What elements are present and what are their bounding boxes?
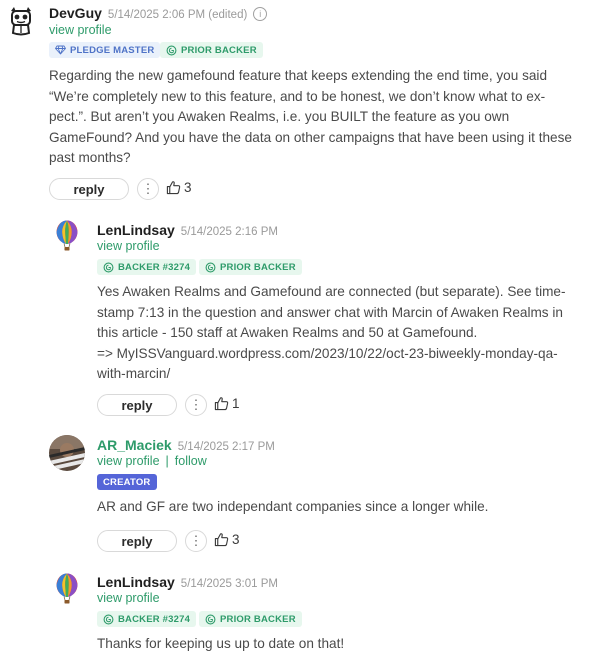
author-name[interactable]: DevGuy [49, 5, 102, 21]
gamefound-g-icon [205, 614, 216, 625]
gamefound-g-icon [103, 262, 114, 273]
comment-text-line: stamp 7:13 in the question and answer ch… [97, 304, 563, 320]
comment-text-line: this article - 150 staff at Awaken Realm… [97, 325, 478, 340]
like-button[interactable]: 3 [166, 180, 192, 195]
comment-text-line: “We’re completely new to this feature, a… [49, 88, 546, 104]
view-profile-link[interactable]: view profile [97, 239, 160, 253]
hot-air-balloon-avatar[interactable] [49, 571, 85, 607]
like-count: 3 [232, 532, 240, 547]
badge-label: PRIOR BACKER [220, 261, 296, 273]
badge-backer-number: BACKER #3274 [97, 611, 197, 627]
badge-label: PRIOR BACKER [220, 613, 296, 625]
comment-body: Yes Awaken Realms and Gamefound are conn… [97, 282, 593, 385]
reply-button[interactable]: reply [97, 394, 177, 416]
badge-backer-number: BACKER #3274 [97, 259, 197, 275]
comment-lenlindsay-2: LenLindsay 5/14/2025 3:01 PM view profile… [0, 560, 593, 655]
more-dots-icon[interactable]: ⋮ [137, 178, 159, 200]
thumbs-up-icon [166, 180, 181, 195]
article-link[interactable]: => MyISSVanguard.wordpress.com/2023/10/2… [97, 344, 593, 365]
badge-label: BACKER #3274 [118, 261, 191, 273]
view-profile-link[interactable]: view profile [49, 23, 112, 37]
separator: | [165, 454, 169, 468]
comment-text-line: past months? [49, 150, 131, 165]
thumbs-up-icon [214, 532, 229, 547]
badge-prior-backer: PRIOR BACKER [199, 611, 302, 627]
badge-prior-backer: PRIOR BACKER [199, 259, 302, 275]
comment-date: 5/14/2025 2:06 PM (edited) [107, 9, 248, 21]
badge-label: PLEDGE MASTER [70, 44, 155, 56]
view-profile-link[interactable]: view profile [97, 454, 160, 468]
article-link[interactable]: with-marcin/ [97, 364, 593, 385]
comment-text-line: Yes Awaken Realms and Gamefound are conn… [97, 284, 566, 299]
gamefound-g-icon [166, 45, 177, 56]
author-name[interactable]: LenLindsay [97, 222, 175, 238]
comment-lenlindsay-1: LenLindsay 5/14/2025 2:16 PM view profile… [0, 210, 593, 425]
like-button[interactable]: 1 [214, 396, 240, 411]
like-count: 1 [232, 396, 240, 411]
comment-text-line: AR and GF are two independant companies … [97, 499, 489, 514]
comment-body: AR and GF are two independant companies … [97, 497, 593, 518]
follow-link[interactable]: follow [175, 454, 207, 468]
comment-date: 5/14/2025 3:01 PM [180, 578, 278, 590]
view-profile-link[interactable]: view profile [97, 591, 160, 605]
comment-date: 5/14/2025 2:17 PM [177, 441, 275, 453]
comment-body: Thanks for keeping us up to date on that… [97, 634, 593, 655]
comment-text-line: GameFound? And you have the data on othe… [49, 129, 572, 145]
robot-mascot-avatar[interactable] [4, 4, 38, 38]
like-button[interactable]: 3 [214, 532, 240, 547]
author-name[interactable]: AR_Maciek [97, 437, 172, 453]
comment-date: 5/14/2025 2:16 PM [180, 226, 278, 238]
comment-text-line: Regarding the new gamefound feature that… [49, 68, 548, 83]
badge-label: BACKER #3274 [118, 613, 191, 625]
gamefound-g-icon [103, 614, 114, 625]
reply-button[interactable]: reply [97, 530, 177, 552]
photo-avatar[interactable] [49, 435, 85, 471]
more-dots-icon[interactable]: ⋮ [185, 530, 207, 552]
badge-label: PRIOR BACKER [181, 44, 257, 56]
comment-text-line: pect.”. But aren’t you Awaken Realms, i.… [49, 109, 510, 124]
reply-button[interactable]: reply [49, 178, 129, 200]
badge-label: CREATOR [103, 476, 151, 488]
info-icon[interactable]: i [253, 7, 268, 21]
badge-creator: CREATOR [97, 474, 157, 490]
diamond-icon [55, 45, 66, 55]
hot-air-balloon-avatar[interactable] [49, 218, 85, 254]
more-dots-icon[interactable]: ⋮ [185, 394, 207, 416]
comment-text-line: Thanks for keeping us up to date on that… [97, 636, 345, 651]
like-count: 3 [184, 180, 192, 195]
author-name[interactable]: LenLindsay [97, 574, 175, 590]
comment-ar-maciek: AR_Maciek 5/14/2025 2:17 PM view profile |… [0, 425, 593, 560]
comment-devguy: DevGuy 5/14/2025 2:06 PM (edited) i view p… [0, 0, 593, 210]
badge-pledge-master: PLEDGE MASTER [49, 42, 161, 58]
gamefound-g-icon [205, 262, 216, 273]
comment-body: Regarding the new gamefound feature that… [49, 66, 593, 169]
thumbs-up-icon [214, 396, 229, 411]
badge-prior-backer: PRIOR BACKER [160, 42, 263, 58]
